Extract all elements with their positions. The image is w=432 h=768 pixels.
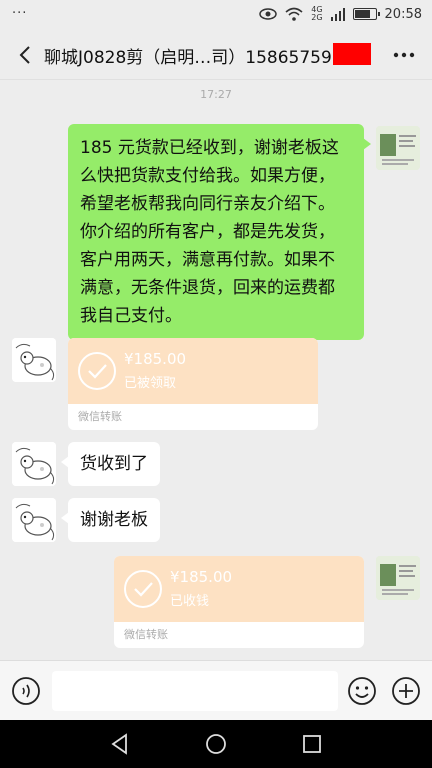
chat-header: 聊城J0828剪（启明…司）15865759 [0,30,432,80]
message-line: 我自己支付。 [80,306,182,326]
business-card-avatar-image [376,126,420,170]
message-line: 希望老板帮我向同行亲友介绍下。 [80,194,335,214]
chevron-left-icon[interactable] [14,43,38,67]
battery-fill [354,10,370,18]
plus-icon[interactable] [390,675,422,707]
message-line: 满意，无条件退货，回来的运费都 [80,278,335,298]
contact-avatar[interactable] [12,338,56,382]
message-text: 货收到了 [80,454,148,474]
transfer-amount: ¥185.00 [124,350,187,368]
network-2g-label: 2G [311,13,323,22]
nav-recents-icon[interactable] [300,732,324,756]
message-line: 185 元货款已经收到，谢谢老板这 [80,138,339,158]
message-input[interactable] [52,671,338,711]
message-line: 你介绍的所有客户，都是先发货， [80,222,335,242]
wifi-icon [285,7,303,21]
message-line: 客户用两天，满意再付款。如果不 [80,250,335,270]
transfer-card-received[interactable]: ¥185.00 已被领取 微信转账 [68,338,318,430]
status-bar: ··· 4G 2G 20:58 [0,0,432,30]
business-card-avatar-image [376,556,420,600]
transfer-card-body: ¥185.00 已被领取 [68,338,318,404]
ellipsis-icon[interactable] [392,43,416,67]
message-line: 么快把货款支付给我。如果方便， [80,166,335,186]
emoji-icon[interactable] [346,675,378,707]
transfer-card-sent[interactable]: ¥185.00 已收钱 微信转账 [114,556,364,648]
transfer-status: 已被领取 [124,376,177,391]
network-type: 4G 2G [311,6,322,22]
transfer-amount: ¥185.00 [170,568,233,586]
checkmark-circle-icon [78,352,116,390]
message-bubble-contact[interactable]: 货收到了 [61,442,160,486]
transfer-status: 已收钱 [170,594,210,609]
chat-title: 聊城J0828剪（启明…司）15865759 [44,48,332,68]
input-bar [0,660,432,720]
message-bubble-contact[interactable]: 谢谢老板 [61,498,160,542]
notification-dots: ··· [12,6,28,21]
contact-avatar[interactable] [12,498,56,542]
clock: 20:58 [384,6,422,22]
my-avatar[interactable] [376,126,420,170]
transfer-footer: 微信转账 [78,410,122,423]
message-timestamp: 17:27 [200,88,232,101]
status-icons: 4G 2G 20:58 [259,6,422,22]
contact-avatar[interactable] [12,442,56,486]
battery-icon [352,8,380,20]
message-bubble-me[interactable]: 185 元货款已经收到，谢谢老板这 么快把货款支付给我。如果方便， 希望老板帮我… [68,124,371,340]
mouse-avatar-image [12,498,56,542]
nav-home-icon[interactable] [204,732,228,756]
message-text: 谢谢老板 [80,510,148,530]
my-avatar[interactable] [376,556,420,600]
signal-icon [330,8,345,21]
mouse-avatar-image [12,442,56,486]
transfer-footer: 微信转账 [124,628,168,641]
nav-back-icon[interactable] [108,732,132,756]
system-nav-bar [0,720,432,768]
transfer-card-body: ¥185.00 已收钱 [114,556,364,622]
mouse-avatar-image [12,338,56,382]
checkmark-circle-icon [124,570,162,608]
redaction-block [333,43,371,65]
eye-icon [259,8,277,20]
voice-icon[interactable] [10,675,42,707]
